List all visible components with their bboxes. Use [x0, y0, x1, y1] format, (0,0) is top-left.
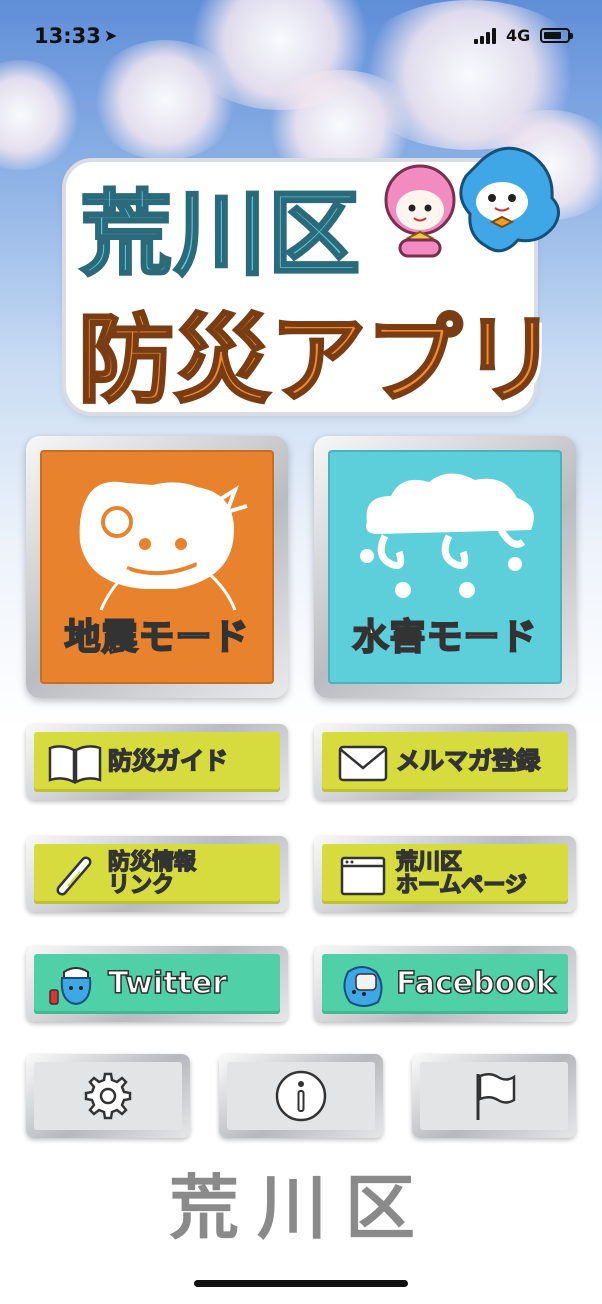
earthquake-mode-button[interactable]: 地震モード [26, 436, 288, 698]
signal-strength-icon [474, 28, 500, 44]
app-logo-ward-name: 荒川区 [78, 180, 363, 290]
facebook-label: Facebook [395, 966, 556, 1002]
footer-ward-logo: 荒川区 [169, 1167, 433, 1249]
gear-icon [84, 1072, 132, 1120]
home-indicator[interactable] [194, 1280, 408, 1287]
twitter-label: Twitter [107, 966, 228, 1002]
battery-icon [540, 28, 573, 43]
disaster-links-button[interactable]: 防災情報 リンク [26, 836, 288, 912]
ward-homepage-label-line2: ホームページ [395, 873, 527, 898]
twitter-button[interactable]: Twitter [26, 946, 288, 1022]
flood-mode-label: 水害モード [351, 616, 538, 659]
location-arrow-icon: ➤ [104, 26, 118, 45]
earthquake-mode-panel: 地震モード [40, 450, 274, 684]
status-bar: 13:33 ➤ 4G [0, 0, 602, 72]
blue-mascot-icon [459, 146, 560, 253]
disaster-guide-button[interactable]: 防災ガイド [26, 724, 288, 800]
flag-icon [476, 1073, 516, 1120]
facebook-button[interactable]: Facebook [314, 946, 576, 1022]
info-button[interactable] [219, 1054, 383, 1138]
flood-mode-button[interactable]: 水害モード [314, 436, 576, 698]
disaster-links-label-line2: リンク [107, 873, 175, 898]
info-icon [275, 1070, 327, 1122]
mail-icon [338, 745, 388, 782]
language-flag-button[interactable] [412, 1054, 576, 1138]
settings-button[interactable] [26, 1054, 190, 1138]
app-logo-app-name: 防災アプリ [77, 303, 560, 418]
catfish-icon [79, 481, 248, 611]
ward-homepage-button[interactable]: 荒川区 ホームページ [314, 836, 576, 912]
disaster-guide-label: 防災ガイド [107, 747, 229, 776]
rain-cloud-icon [360, 473, 534, 598]
facebook-mascot-icon [343, 966, 383, 1007]
mail-magazine-button[interactable]: メルマガ登録 [314, 724, 576, 800]
twitter-mascot-icon [49, 967, 92, 1006]
network-type: 4G [506, 26, 531, 45]
ward-homepage-label-line1: 荒川区 [395, 849, 463, 875]
link-icon [56, 856, 92, 896]
status-time: 13:33 [34, 24, 101, 48]
mail-magazine-label: メルマガ登録 [395, 747, 541, 776]
flood-mode-panel: 水害モード [328, 450, 562, 684]
battery-level [544, 32, 561, 39]
disaster-links-label-line1: 防災情報 [107, 849, 197, 875]
browser-icon [340, 856, 386, 896]
earthquake-mode-label: 地震モード [63, 616, 250, 659]
book-icon [48, 745, 102, 785]
